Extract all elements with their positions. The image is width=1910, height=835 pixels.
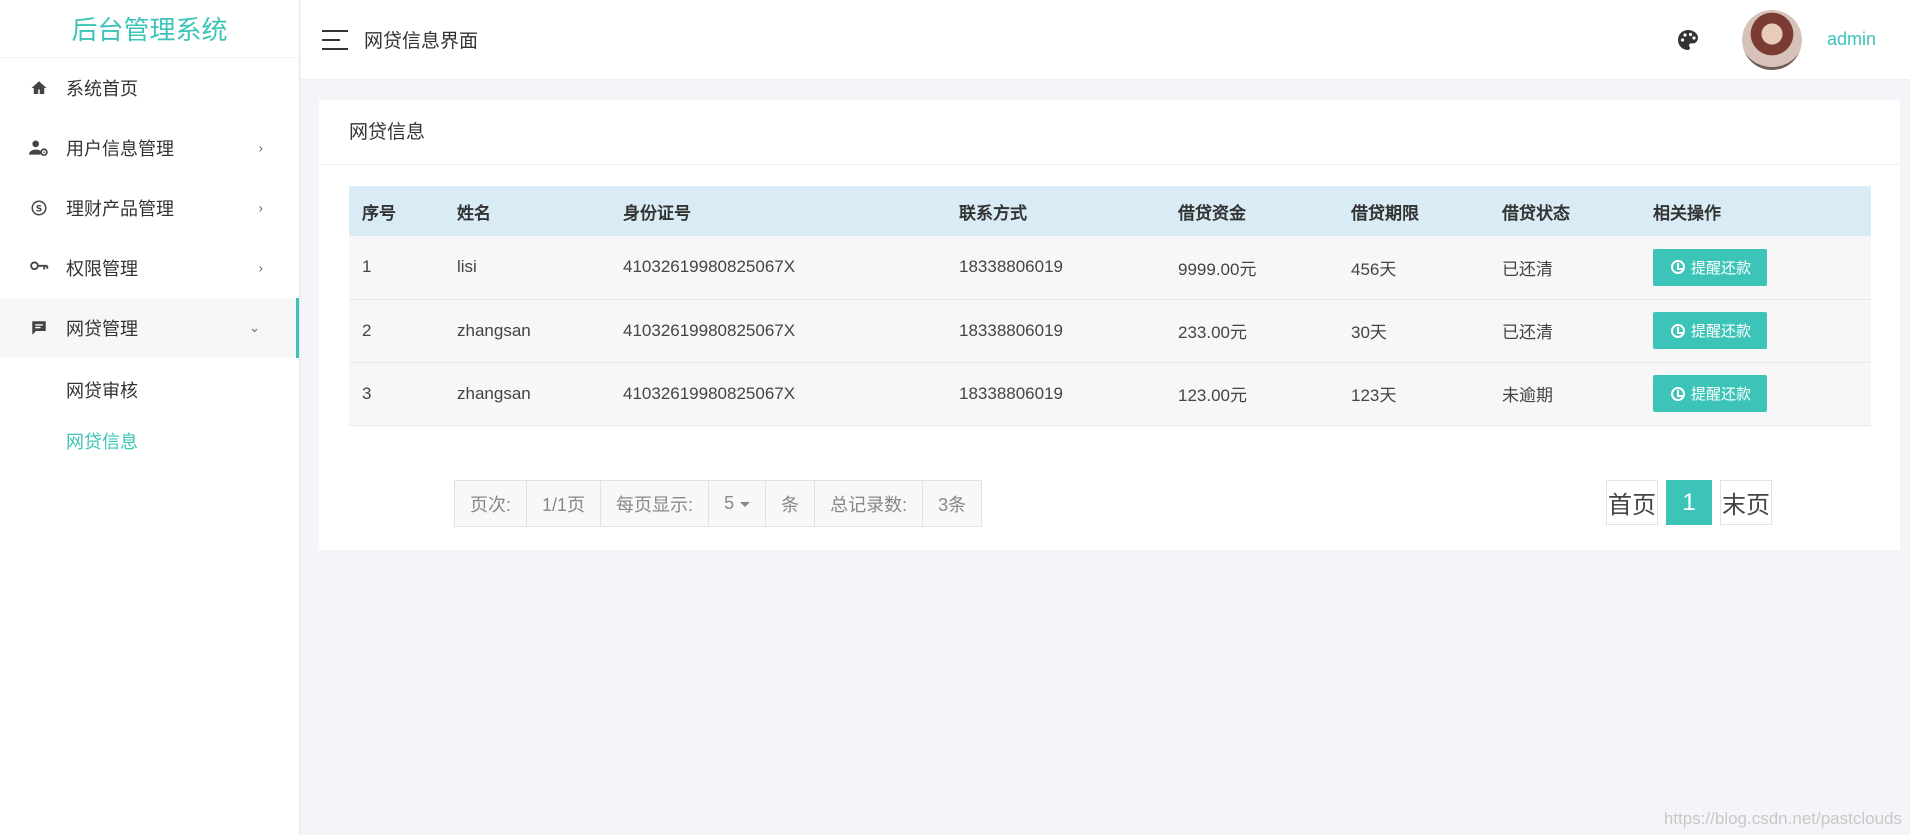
cell-name: zhangsan [457,383,531,403]
remind-repayment-button[interactable]: 提醒还款 [1653,375,1768,412]
cell-index: 3 [362,383,372,403]
app-title: 后台管理系统 [0,0,299,58]
cell-term: 456天 [1351,259,1397,279]
cell-action: 提醒还款 [1640,299,1871,362]
column-header: 相关操作 [1653,203,1721,223]
cell-term: 123天 [1351,386,1397,405]
card-title: 网贷信息 [319,100,1900,165]
total-value: 3条 [938,494,967,515]
user-settings-icon [28,137,50,159]
column-header: 身份证号 [623,203,691,223]
chevron-right-icon: › [258,140,263,156]
loan-table: 序号 姓名 身份证号 联系方式 借贷资金 借贷期限 借贷状态 相关操作 1 li… [349,186,1871,426]
avatar[interactable] [1741,9,1802,70]
page-title: 网贷信息界面 [364,31,479,52]
clock-icon [1671,260,1685,275]
table-header-row: 序号 姓名 身份证号 联系方式 借贷资金 借贷期限 借贷状态 相关操作 [349,186,1871,236]
cell-phone: 18338806019 [959,383,1064,403]
loan-info-card: 网贷信息 序号 姓名 身份证号 联系方式 借贷资金 借贷期限 借贷状态 相关操作… [319,100,1900,550]
svg-text:S: S [36,204,42,214]
cell-phone: 18338806019 [959,320,1064,340]
per-page-label: 每页显示: [601,481,710,526]
sidebar-item-permissions[interactable]: 权限管理 › [0,238,299,298]
chevron-down-icon: ⌄ [249,320,260,335]
sidebar-item-finance-products[interactable]: S 理财产品管理 › [0,178,299,238]
user-area: admin [1676,9,1876,70]
skype-icon: S [28,197,50,219]
sidebar-item-label: 用户信息管理 [66,139,174,159]
cell-term: 30天 [1351,323,1387,342]
sidebar-item-label: 系统首页 [66,79,138,99]
caret-down-icon [740,502,751,507]
column-header: 借贷资金 [1178,203,1246,223]
cell-amount: 9999.00元 [1178,259,1257,279]
cell-index: 1 [362,257,372,277]
page-label: 页次: [455,481,528,526]
topbar: 网贷信息界面 admin [301,0,1910,80]
per-page-select[interactable]: 5 [709,481,767,526]
sidebar-item-label: 网贷管理 [66,319,138,339]
button-label: 提醒还款 [1691,386,1752,403]
table-row: 2 zhangsan 41032619980825067X 1833880601… [349,299,1871,362]
cell-action: 提醒还款 [1640,362,1871,425]
cell-status: 未逾期 [1502,386,1553,405]
button-label: 提醒还款 [1691,323,1752,340]
palette-icon[interactable] [1676,28,1700,52]
sidebar-menu: 系统首页 用户信息管理 › S 理财产品管理 › 权限管理 › 网贷管理 ⌄ [0,58,299,358]
loan-submenu: 网贷审核 网贷信息 [0,358,299,466]
home-icon [28,77,50,99]
cell-name: zhangsan [457,320,531,340]
first-page-button[interactable]: 首页 [1606,480,1658,525]
submenu-item-loan-review[interactable]: 网贷审核 [0,364,299,415]
chevron-right-icon: › [258,260,263,276]
cell-phone: 18338806019 [959,257,1064,277]
column-header: 序号 [362,203,396,223]
cell-name: lisi [457,257,477,277]
pagination-controls: 首页 1 末页 [1606,480,1772,525]
cell-id-number: 41032619980825067X [623,320,796,340]
sidebar-item-label: 理财产品管理 [66,199,174,219]
cell-id-number: 41032619980825067X [623,257,796,277]
key-icon [28,257,50,279]
per-page-unit: 条 [766,481,816,526]
cell-status: 已还清 [1502,259,1553,279]
username-link[interactable]: admin [1827,29,1876,50]
last-page-button[interactable]: 末页 [1720,480,1772,525]
sidebar: 后台管理系统 系统首页 用户信息管理 › S 理财产品管理 › 权限管理 › 网… [0,0,300,835]
current-page-button[interactable]: 1 [1666,480,1712,525]
table-row: 1 lisi 41032619980825067X 18338806019 99… [349,236,1871,299]
remind-repayment-button[interactable]: 提醒还款 [1653,248,1768,286]
table-row: 3 zhangsan 41032619980825067X 1833880601… [349,362,1871,425]
per-page-value: 5 [724,493,735,513]
column-header: 姓名 [457,203,491,223]
sidebar-item-home[interactable]: 系统首页 [0,58,299,118]
column-header: 借贷状态 [1502,203,1570,223]
watermark: https://blog.csdn.net/pastclouds [1663,809,1902,828]
cell-index: 2 [362,320,372,340]
column-header: 借贷期限 [1351,203,1419,223]
page-value: 1/1页 [527,481,602,526]
cell-action: 提醒还款 [1640,236,1871,299]
message-icon [28,317,50,339]
cell-status: 已还清 [1502,323,1553,342]
clock-icon [1671,323,1685,338]
submenu-item-loan-info[interactable]: 网贷信息 [0,415,299,466]
total-label: 总记录数: [815,481,924,526]
cell-amount: 233.00元 [1178,323,1247,342]
clock-icon [1671,386,1685,401]
sidebar-item-user-management[interactable]: 用户信息管理 › [0,118,299,178]
cell-id-number: 41032619980825067X [623,383,796,403]
chevron-right-icon: › [258,200,263,216]
button-label: 提醒还款 [1691,259,1752,277]
pagination-info: 页次: 1/1页 每页显示: 5 条 总记录数: 3条 [454,480,983,527]
menu-toggle-icon[interactable] [322,29,348,50]
remind-repayment-button[interactable]: 提醒还款 [1653,312,1768,349]
sidebar-item-label: 权限管理 [66,259,138,279]
sidebar-item-loan-management[interactable]: 网贷管理 ⌄ [0,298,299,358]
cell-amount: 123.00元 [1178,386,1247,405]
column-header: 联系方式 [959,203,1027,223]
